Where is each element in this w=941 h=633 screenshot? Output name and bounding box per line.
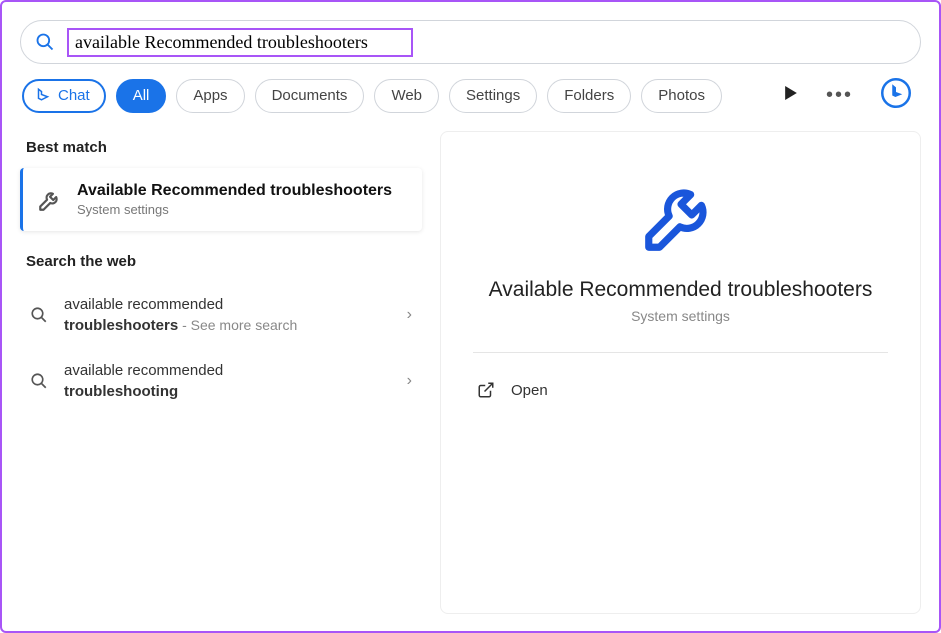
best-match-text: Available Recommended troubleshooters Sy… (77, 182, 392, 217)
wrench-icon (37, 187, 63, 213)
chat-label: Chat (58, 87, 90, 104)
filter-all[interactable]: All (116, 79, 167, 113)
open-external-icon (477, 381, 495, 399)
filter-web[interactable]: Web (374, 79, 439, 113)
content-area: Best match Available Recommended trouble… (20, 131, 921, 614)
left-panel: Best match Available Recommended trouble… (20, 131, 440, 614)
web-result-1[interactable]: available recommended troubleshooters - … (20, 282, 422, 348)
chevron-right-icon: › (407, 372, 412, 390)
open-label: Open (511, 382, 548, 399)
preview-icon-area (473, 172, 888, 258)
wrench-large-icon (638, 172, 724, 258)
divider (473, 352, 888, 353)
search-input[interactable] (75, 32, 405, 53)
search-web-label: Search the web (26, 253, 422, 270)
preview-subtitle: System settings (473, 308, 888, 324)
filter-apps[interactable]: Apps (176, 79, 244, 113)
filter-row: Chat All Apps Documents Web Settings Fol… (20, 78, 921, 113)
search-icon (35, 32, 55, 52)
filter-photos[interactable]: Photos (641, 79, 722, 113)
web-result-1-text: available recommended troubleshooters - … (64, 294, 391, 336)
preview-title: Available Recommended troubleshooters (473, 278, 888, 302)
overflow-icon[interactable]: ••• (826, 84, 853, 107)
bing-icon[interactable] (881, 78, 911, 113)
best-match-title: Available Recommended troubleshooters (77, 182, 392, 200)
chevron-right-icon: › (407, 306, 412, 324)
chat-chip[interactable]: Chat (22, 79, 106, 113)
best-match-label: Best match (26, 139, 422, 156)
search-highlight-box (67, 28, 413, 57)
top-right-icons: ••• (784, 78, 919, 113)
more-filters-icon[interactable] (784, 86, 798, 105)
bing-chat-icon (34, 87, 52, 105)
search-bar[interactable] (20, 20, 921, 64)
search-icon (30, 372, 48, 390)
filter-documents[interactable]: Documents (255, 79, 365, 113)
search-icon (30, 306, 48, 324)
preview-panel: Available Recommended troubleshooters Sy… (440, 131, 921, 614)
filter-folders[interactable]: Folders (547, 79, 631, 113)
web-result-2-text: available recommended troubleshooting (64, 360, 391, 402)
best-match-result[interactable]: Available Recommended troubleshooters Sy… (20, 168, 422, 231)
web-result-2[interactable]: available recommended troubleshooting › (20, 348, 422, 414)
filter-settings[interactable]: Settings (449, 79, 537, 113)
open-action[interactable]: Open (473, 373, 888, 407)
best-match-subtitle: System settings (77, 202, 392, 217)
